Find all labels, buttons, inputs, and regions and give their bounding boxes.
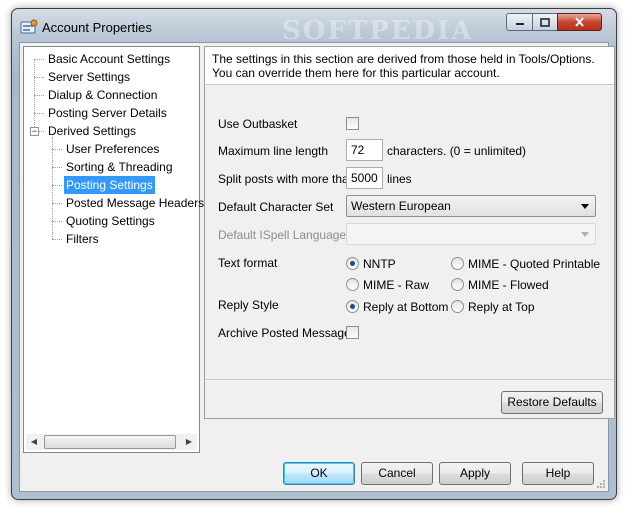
use-outbasket-label: Use Outbasket bbox=[218, 117, 298, 131]
text-format-mime-flowed-label[interactable]: MIME - Flowed bbox=[468, 278, 549, 292]
tree-line bbox=[52, 239, 62, 240]
close-button[interactable] bbox=[557, 13, 602, 31]
reply-at-top-radio[interactable] bbox=[451, 300, 464, 313]
tree-item-posting-server-details[interactable]: Posting Server Details bbox=[46, 104, 169, 122]
panel-header: The settings in this section are derived… bbox=[205, 47, 614, 85]
max-line-length-input[interactable]: 72 bbox=[346, 139, 383, 161]
restore-defaults-button[interactable]: Restore Defaults bbox=[501, 391, 603, 414]
tree-line bbox=[52, 167, 62, 168]
tree-item-derived-settings[interactable]: Derived Settings bbox=[46, 122, 138, 140]
chevron-down-icon bbox=[581, 232, 589, 237]
minimize-button[interactable] bbox=[506, 13, 533, 31]
panel-divider bbox=[205, 379, 614, 380]
tree-horizontal-scrollbar[interactable]: ◀ ▶ bbox=[26, 434, 197, 450]
apply-button[interactable]: Apply bbox=[439, 462, 511, 485]
title-bar[interactable]: Account Properties SOFTPEDIA bbox=[12, 9, 616, 46]
tree-line bbox=[34, 59, 44, 60]
ispell-select[interactable] bbox=[346, 223, 596, 245]
dialog-client-area: − Basic Account Settings Server Settings… bbox=[19, 42, 615, 492]
maximize-button[interactable] bbox=[532, 13, 558, 31]
charset-select[interactable]: Western European bbox=[346, 195, 596, 217]
panel-description: The settings in this section are derived… bbox=[212, 52, 595, 80]
split-posts-suffix: lines bbox=[387, 172, 412, 186]
resize-grip-icon[interactable] bbox=[596, 479, 606, 489]
scroll-right-icon[interactable]: ▶ bbox=[181, 434, 197, 450]
tree-item-dialup-connection[interactable]: Dialup & Connection bbox=[46, 86, 159, 104]
tree-line bbox=[52, 149, 62, 150]
tree-item-basic-account-settings[interactable]: Basic Account Settings bbox=[46, 50, 172, 68]
collapse-icon[interactable]: − bbox=[30, 127, 39, 136]
text-format-mime-qp-radio[interactable] bbox=[451, 257, 464, 270]
tree-item-user-preferences[interactable]: User Preferences bbox=[64, 140, 161, 158]
use-outbasket-checkbox[interactable] bbox=[346, 117, 359, 130]
text-format-mime-raw-label[interactable]: MIME - Raw bbox=[363, 278, 429, 292]
charset-label: Default Character Set bbox=[218, 200, 334, 214]
help-button[interactable]: Help bbox=[522, 462, 594, 485]
scroll-left-icon[interactable]: ◀ bbox=[26, 434, 42, 450]
account-properties-window: Account Properties SOFTPEDIA − Basic Acc… bbox=[11, 8, 617, 500]
tree-item-filters[interactable]: Filters bbox=[64, 230, 101, 248]
text-format-mime-qp-label[interactable]: MIME - Quoted Printable bbox=[468, 257, 600, 271]
text-format-mime-flowed-radio[interactable] bbox=[451, 278, 464, 291]
tree-item-quoting-settings[interactable]: Quoting Settings bbox=[64, 212, 157, 230]
archive-checkbox[interactable] bbox=[346, 326, 359, 339]
max-line-length-hint: characters. (0 = unlimited) bbox=[387, 144, 527, 158]
chevron-down-icon bbox=[581, 204, 589, 209]
close-icon bbox=[575, 17, 584, 27]
tree-line bbox=[34, 113, 44, 114]
scroll-thumb[interactable] bbox=[44, 435, 176, 449]
tree-line bbox=[34, 77, 44, 78]
tree-item-server-settings[interactable]: Server Settings bbox=[46, 68, 132, 86]
archive-label: Archive Posted Messages bbox=[218, 326, 357, 340]
split-posts-input[interactable]: 5000 bbox=[346, 167, 383, 189]
ispell-label: Default ISpell Language bbox=[218, 228, 347, 242]
minimize-icon bbox=[515, 23, 524, 25]
reply-at-bottom-radio[interactable] bbox=[346, 300, 359, 313]
maximize-icon bbox=[540, 17, 550, 27]
reply-style-label: Reply Style bbox=[218, 298, 279, 312]
cancel-button[interactable]: Cancel bbox=[361, 462, 433, 485]
window-title: Account Properties bbox=[42, 20, 152, 35]
posting-settings-panel: The settings in this section are derived… bbox=[204, 46, 615, 419]
text-format-label: Text format bbox=[218, 256, 278, 270]
reply-at-top-label[interactable]: Reply at Top bbox=[468, 300, 535, 314]
text-format-nntp-radio[interactable] bbox=[346, 257, 359, 270]
max-line-length-label: Maximum line length bbox=[218, 144, 329, 158]
ok-button[interactable]: OK bbox=[283, 462, 355, 485]
charset-value: Western European bbox=[351, 199, 451, 213]
split-posts-label: Split posts with more than bbox=[218, 172, 356, 186]
text-format-mime-raw-radio[interactable] bbox=[346, 278, 359, 291]
text-format-nntp-label[interactable]: NNTP bbox=[363, 257, 396, 271]
tree-line bbox=[52, 221, 62, 222]
tree-item-sorting-threading[interactable]: Sorting & Threading bbox=[64, 158, 175, 176]
settings-tree[interactable]: − Basic Account Settings Server Settings… bbox=[23, 46, 204, 453]
tree-line bbox=[52, 185, 62, 186]
tree-item-posted-message-headers[interactable]: Posted Message Headers bbox=[64, 194, 206, 212]
tree-line bbox=[52, 137, 53, 239]
tree-item-posting-settings[interactable]: Posting Settings bbox=[64, 176, 155, 194]
tree-line bbox=[34, 95, 44, 96]
app-icon bbox=[20, 19, 38, 34]
reply-at-bottom-label[interactable]: Reply at Bottom bbox=[363, 300, 448, 314]
tree-line bbox=[52, 203, 62, 204]
